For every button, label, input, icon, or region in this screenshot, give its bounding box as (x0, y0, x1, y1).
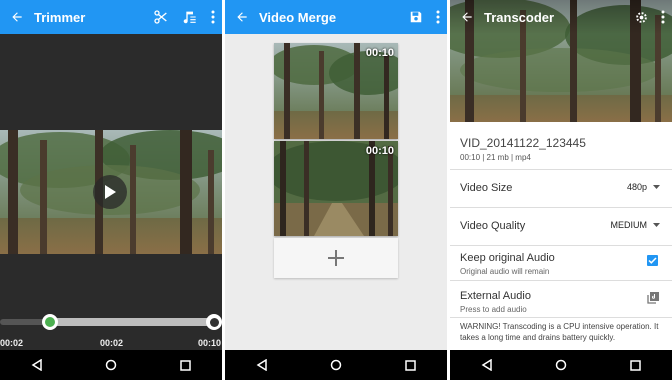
video-size-dropdown[interactable]: 480p (627, 182, 660, 192)
video-quality-label: Video Quality (460, 220, 526, 232)
trim-seekbar[interactable] (0, 310, 222, 336)
clip-duration: 00:10 (365, 47, 394, 59)
back-icon[interactable] (0, 0, 34, 34)
video-quality-dropdown[interactable]: MEDIUM (610, 220, 660, 230)
external-audio-label: External Audio (460, 290, 531, 302)
video-quality-row[interactable]: Video Quality MEDIUM (450, 207, 672, 245)
back-icon[interactable] (225, 0, 259, 34)
nav-home-icon[interactable] (91, 350, 131, 380)
trimmer-app-bar: Trimmer (0, 0, 222, 34)
video-preview[interactable] (0, 130, 222, 254)
video-size-row[interactable]: Video Size 480p (450, 169, 672, 207)
system-nav-bar (225, 350, 447, 380)
system-nav-bar (450, 350, 672, 380)
transcoder-app-bar: Transcoder (450, 0, 672, 34)
nav-recents-icon[interactable] (390, 350, 430, 380)
gear-icon[interactable] (628, 0, 654, 34)
overflow-icon[interactable] (429, 0, 447, 34)
nav-home-icon[interactable] (316, 350, 356, 380)
nav-back-icon[interactable] (467, 350, 507, 380)
time-current: 00:02 (100, 338, 124, 348)
nav-recents-icon[interactable] (615, 350, 655, 380)
divider (450, 317, 672, 318)
keep-audio-sub: Original audio will remain (460, 267, 550, 276)
system-nav-bar (0, 350, 222, 380)
nav-home-icon[interactable] (541, 350, 581, 380)
overflow-icon[interactable] (204, 0, 222, 34)
save-icon[interactable] (403, 0, 429, 34)
merge-app-bar: Video Merge (225, 0, 447, 34)
page-title: Video Merge (259, 9, 337, 25)
play-icon (105, 185, 116, 199)
external-audio-row[interactable]: External Audio Press to add audio (450, 280, 672, 317)
keep-audio-row[interactable]: Keep original Audio Original audio will … (450, 245, 672, 280)
trim-end-handle[interactable] (206, 314, 222, 330)
warning-text: WARNING! Transcoding is a CPU intensive … (460, 322, 659, 342)
file-info: 00:10 | 21 mb | mp4 (460, 153, 531, 162)
trimmer-screen: Trimmer 00:02 00:02 00:10 (0, 0, 222, 380)
play-button[interactable] (93, 175, 127, 209)
page-title: Trimmer (34, 9, 86, 25)
trim-start-handle[interactable] (42, 314, 58, 330)
checkbox-icon[interactable] (647, 255, 658, 266)
nav-recents-icon[interactable] (165, 350, 205, 380)
chevron-down-icon (653, 184, 660, 189)
add-audio-icon[interactable] (647, 291, 659, 309)
nav-back-icon[interactable] (17, 350, 57, 380)
chevron-down-icon (653, 222, 660, 227)
time-start: 00:02 (0, 338, 24, 348)
overflow-icon[interactable] (654, 0, 672, 34)
clip-duration: 00:10 (365, 145, 394, 157)
add-clip-button[interactable] (274, 238, 398, 278)
clip-thumbnail-1[interactable]: 00:10 (274, 43, 398, 139)
video-quality-value: MEDIUM (610, 220, 648, 230)
back-icon[interactable] (450, 0, 484, 34)
nav-back-icon[interactable] (242, 350, 282, 380)
seek-range (50, 318, 214, 326)
scissors-icon[interactable] (148, 0, 174, 34)
music-icon[interactable] (174, 0, 204, 34)
file-name: VID_20141122_123445 (460, 136, 586, 150)
video-size-label: Video Size (460, 182, 513, 194)
keep-audio-label: Keep original Audio (460, 252, 555, 264)
page-title: Transcoder (484, 9, 555, 25)
external-audio-sub: Press to add audio (460, 305, 527, 314)
plus-icon (328, 250, 344, 266)
video-size-value: 480p (626, 182, 647, 192)
time-end: 00:10 (198, 338, 222, 348)
merge-screen: Video Merge 00:10 00:10 (225, 0, 447, 380)
clip-thumbnail-2[interactable]: 00:10 (274, 141, 398, 236)
transcoder-screen: Transcoder VID_20141122_123445 00:10 | 2… (450, 0, 672, 380)
